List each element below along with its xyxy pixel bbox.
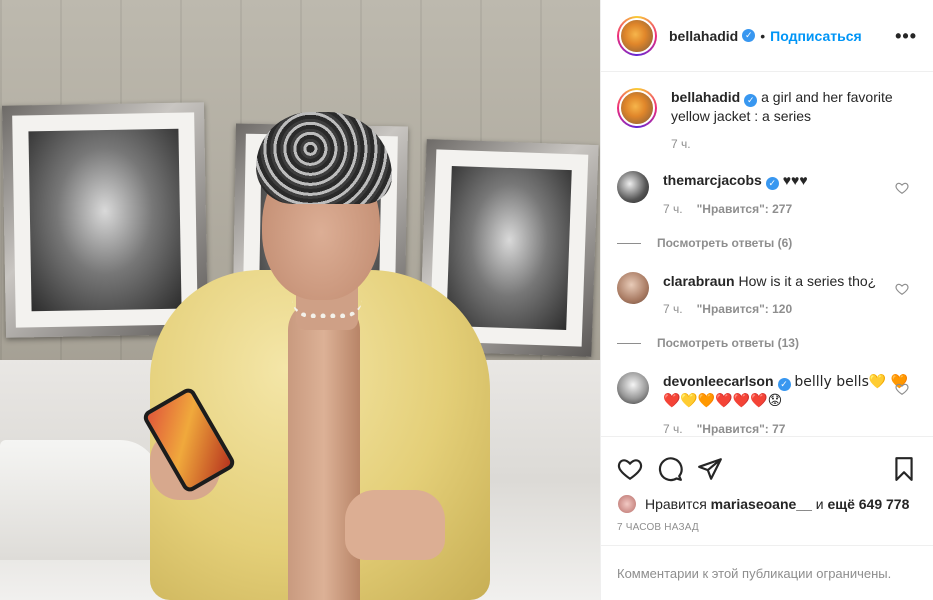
- comment-author[interactable]: themarcjacobs: [663, 172, 762, 188]
- comment-row: themarcjacobs ✓ ♥♥♥ 7 ч. "Нравится": 277: [617, 171, 917, 216]
- comment-text: ♥♥♥: [782, 172, 808, 188]
- comments-restricted-notice: Комментарии к этой публикации ограничены…: [601, 545, 933, 600]
- caption-time[interactable]: 7 ч.: [671, 137, 691, 151]
- comment-icon[interactable]: [657, 456, 683, 482]
- comment-heart-icon[interactable]: [895, 382, 909, 396]
- author-username[interactable]: bellahadid: [669, 28, 738, 44]
- likes-count-button[interactable]: ещё 649 778: [827, 496, 909, 512]
- comment-text: How is it a series tho¿: [738, 273, 877, 289]
- comment-block: devonleecarlson ✓ bellly bells💛 🧡❤️💛🧡❤️❤️…: [617, 372, 917, 436]
- comment-heart-icon[interactable]: [895, 282, 909, 296]
- heart-icon[interactable]: [617, 456, 643, 482]
- view-replies-button[interactable]: Посмотреть ответы (6): [617, 236, 917, 250]
- follow-button[interactable]: Подписаться: [770, 28, 862, 44]
- comment-author[interactable]: devonleecarlson: [663, 373, 774, 389]
- comment-block: themarcjacobs ✓ ♥♥♥ 7 ч. "Нравится": 277 …: [617, 171, 917, 250]
- verified-badge-icon: ✓: [777, 378, 791, 391]
- caption-author[interactable]: bellahadid: [671, 89, 740, 105]
- comments-list[interactable]: bellahadid ✓ a girl and her favorite yell…: [601, 72, 933, 436]
- verified-badge-icon: ✓: [744, 94, 758, 107]
- likes-summary: Нравится mariaseoane__ и ещё 649 778: [601, 492, 933, 516]
- more-options-icon[interactable]: •••: [895, 27, 917, 45]
- commenter-avatar[interactable]: [617, 372, 649, 404]
- likes-prefix: Нравится: [645, 496, 707, 512]
- comment-row: clarabraun How is it a series tho¿ 7 ч. …: [617, 272, 917, 316]
- share-icon[interactable]: [697, 456, 723, 482]
- comment-time[interactable]: 7 ч.: [663, 422, 683, 436]
- comment-heart-icon[interactable]: [895, 181, 909, 195]
- separator-dot: •: [760, 27, 766, 44]
- post-actions-bar: [601, 436, 933, 492]
- post-header: bellahadid ✓ • Подписаться •••: [601, 0, 933, 72]
- verified-badge-icon: ✓: [765, 177, 779, 190]
- post-date[interactable]: 7 ЧАСОВ НАЗАД: [601, 516, 933, 545]
- liker-username[interactable]: mariaseoane__: [711, 496, 812, 512]
- likes-conjunction: и: [815, 496, 824, 512]
- photo-person: [0, 0, 600, 600]
- view-replies-label: Посмотреть ответы (6): [657, 236, 793, 250]
- comment-likes[interactable]: "Нравится": 120: [697, 302, 793, 316]
- comment-likes[interactable]: "Нравится": 277: [697, 202, 793, 216]
- bookmark-icon[interactable]: [891, 456, 917, 482]
- comment-time[interactable]: 7 ч.: [663, 202, 683, 216]
- replies-divider: [617, 342, 641, 344]
- commenter-avatar[interactable]: [617, 272, 649, 304]
- instagram-post: bellahadid ✓ • Подписаться ••• bellahadi…: [0, 0, 933, 600]
- post-photo[interactable]: [0, 0, 600, 600]
- liker-avatar[interactable]: [617, 494, 637, 514]
- comment-author[interactable]: clarabraun: [663, 273, 735, 289]
- caption-author-avatar[interactable]: [617, 88, 657, 128]
- view-replies-label: Посмотреть ответы (13): [657, 336, 799, 350]
- comment-time[interactable]: 7 ч.: [663, 302, 683, 316]
- comment-block: clarabraun How is it a series tho¿ 7 ч. …: [617, 272, 917, 350]
- replies-divider: [617, 242, 641, 244]
- comment-row: devonleecarlson ✓ bellly bells💛 🧡❤️💛🧡❤️❤️…: [617, 372, 917, 436]
- view-replies-button[interactable]: Посмотреть ответы (13): [617, 336, 917, 350]
- caption-row: bellahadid ✓ a girl and her favorite yell…: [617, 88, 917, 151]
- comment-likes[interactable]: "Нравится": 77: [697, 422, 786, 436]
- author-avatar[interactable]: [617, 15, 657, 56]
- commenter-avatar[interactable]: [617, 171, 649, 203]
- post-sidebar: bellahadid ✓ • Подписаться ••• bellahadi…: [600, 0, 933, 600]
- verified-badge-icon: ✓: [742, 29, 756, 42]
